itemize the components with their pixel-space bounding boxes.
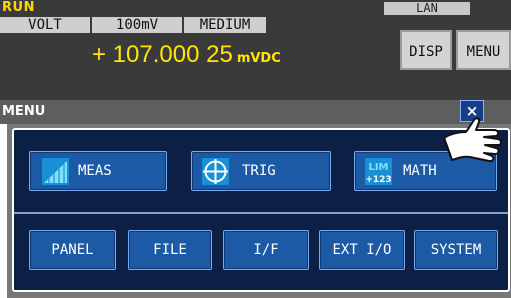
menu-header: MENU: [0, 100, 511, 124]
measurement-reading: + 107.000 25 mVDC: [92, 40, 281, 74]
system-button[interactable]: SYSTEM: [414, 230, 498, 270]
speed-tab[interactable]: MEDIUM: [184, 17, 268, 33]
crosshair-target-icon: [202, 158, 229, 185]
meas-label: MEAS: [78, 163, 112, 179]
trig-button[interactable]: TRIG: [191, 151, 331, 191]
menu-divider: [14, 212, 508, 214]
ext-io-button[interactable]: EXT I/O: [319, 230, 405, 270]
lan-status-badge: LAN: [384, 2, 470, 15]
lim-math-icon: LIM +123: [365, 158, 392, 185]
reading-value: + 107.000 25: [92, 41, 233, 68]
function-tab-volt[interactable]: VOLT: [0, 17, 92, 33]
bar-ramp-icon: [42, 158, 69, 185]
menu-button[interactable]: MENU: [456, 30, 511, 70]
menu-title: MENU: [2, 104, 46, 119]
file-button[interactable]: FILE: [128, 230, 212, 270]
svg-text:LIM: LIM: [368, 162, 388, 173]
status-area: RUN LAN VOLT 100mV MEDIUM DISP MENU + 10…: [0, 0, 511, 100]
meas-button[interactable]: MEAS: [29, 151, 167, 191]
range-tab[interactable]: 100mV: [92, 17, 184, 33]
svg-text:+123: +123: [365, 175, 391, 185]
run-status-label: RUN: [2, 0, 35, 15]
reading-unit: mVDC: [236, 51, 281, 66]
panel-button[interactable]: PANEL: [29, 230, 116, 270]
pointing-hand-icon: [443, 117, 502, 163]
instrument-screen: RUN LAN VOLT 100mV MEDIUM DISP MENU + 10…: [0, 0, 511, 298]
disp-button[interactable]: DISP: [400, 30, 452, 70]
trig-label: TRIG: [242, 163, 276, 179]
if-button[interactable]: I/F: [223, 230, 309, 270]
math-label: MATH: [403, 163, 437, 179]
